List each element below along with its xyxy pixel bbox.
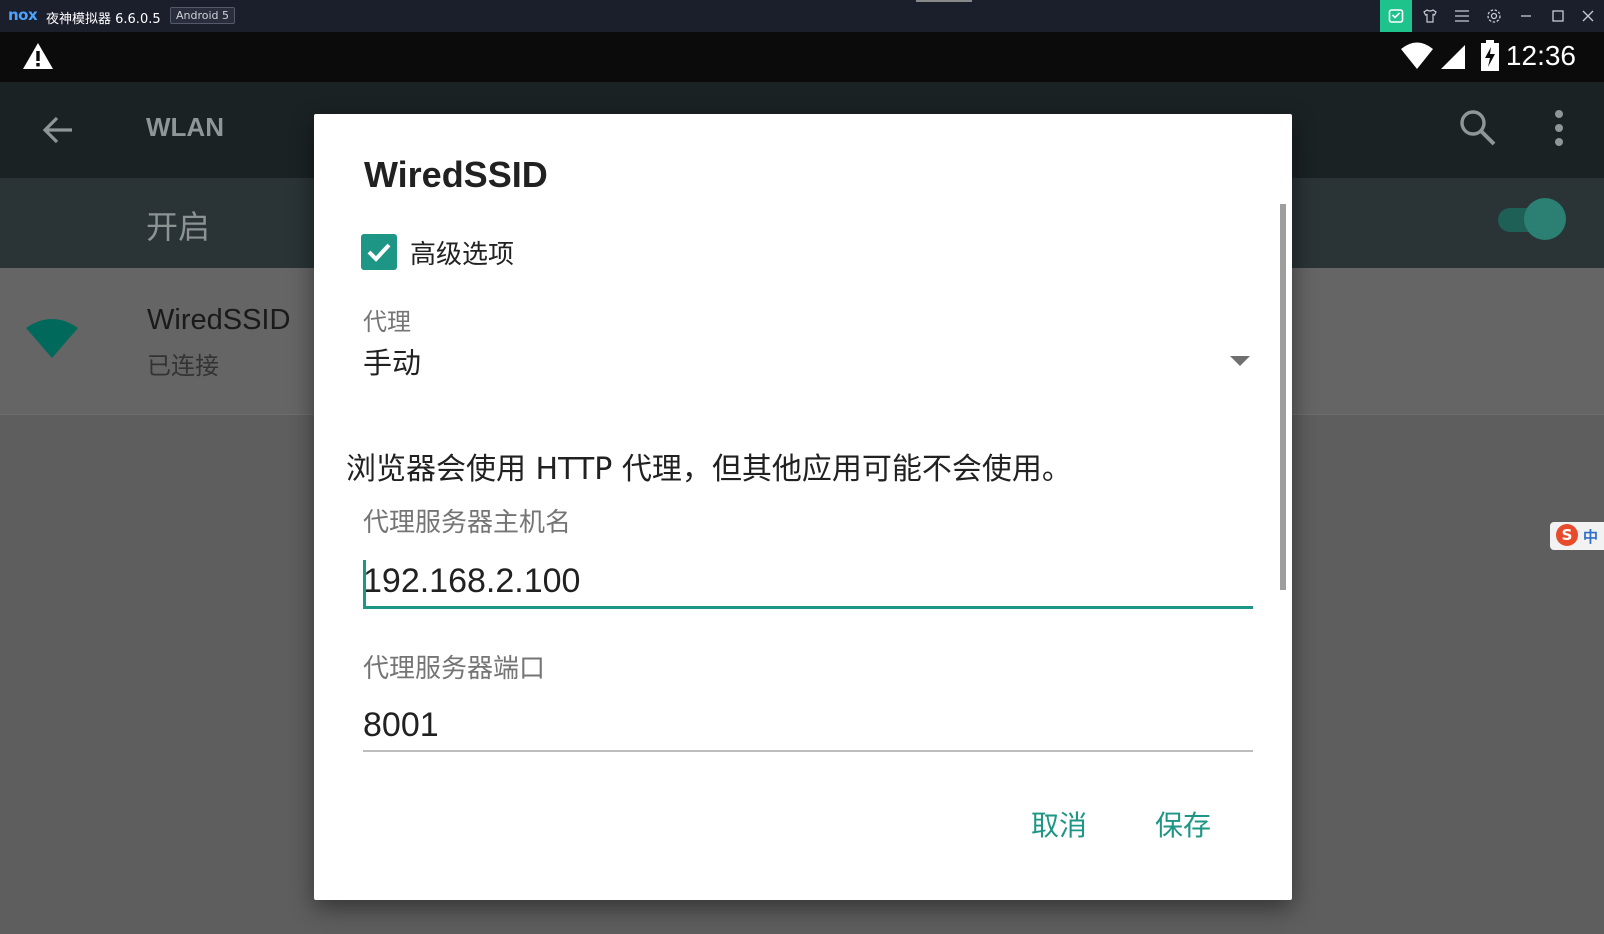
network-status: 已连接 bbox=[147, 352, 219, 380]
proxy-warning-text: 浏览器会使用 HTTP 代理，但其他应用可能不会使用。 bbox=[346, 452, 1072, 487]
close-icon[interactable] bbox=[1572, 0, 1604, 32]
nox-logo: nox bbox=[8, 6, 38, 24]
advanced-options-label[interactable]: 高级选项 bbox=[410, 234, 514, 271]
maximize-icon[interactable] bbox=[1542, 0, 1574, 32]
wifi-toggle-thumb[interactable] bbox=[1524, 198, 1566, 240]
proxy-label: 代理 bbox=[363, 308, 411, 336]
android-status-bar: 12:36 bbox=[0, 32, 1604, 82]
input-method-badge[interactable]: S 中 bbox=[1550, 522, 1604, 550]
status-clock: 12:36 bbox=[1505, 40, 1576, 71]
ime-mode-indicator: 中 bbox=[1583, 528, 1599, 546]
wifi-switch-label: 开启 bbox=[146, 208, 211, 246]
signal-icon bbox=[1441, 45, 1465, 69]
battery-charging-icon bbox=[1481, 40, 1499, 71]
dropdown-arrow-icon[interactable] bbox=[1230, 356, 1250, 366]
minimize-icon[interactable] bbox=[1510, 0, 1542, 32]
emulator-title-bar: nox 夜神模拟器 6.6.0.5 Android 5 bbox=[0, 0, 1604, 32]
checkmark-icon bbox=[367, 243, 391, 262]
proxy-dropdown[interactable]: 手动 bbox=[363, 340, 421, 382]
network-name: WiredSSID bbox=[147, 304, 291, 336]
advanced-options-checkbox[interactable] bbox=[361, 234, 397, 270]
text-cursor bbox=[363, 560, 366, 608]
wifi-icon bbox=[1401, 42, 1433, 69]
overflow-menu-icon[interactable] bbox=[1554, 108, 1564, 148]
dialog-scrollbar[interactable] bbox=[1280, 204, 1286, 590]
emulator-drag-handle[interactable] bbox=[916, 0, 972, 2]
proxy-port-label: 代理服务器端口 bbox=[363, 654, 546, 684]
warning-icon bbox=[23, 43, 53, 69]
save-button[interactable]: 保存 bbox=[1155, 804, 1211, 844]
android-assistant-icon[interactable] bbox=[1380, 0, 1412, 32]
search-icon[interactable] bbox=[1458, 108, 1498, 148]
skin-icon[interactable] bbox=[1414, 0, 1446, 32]
proxy-host-label: 代理服务器主机名 bbox=[363, 508, 572, 538]
proxy-host-input[interactable] bbox=[363, 556, 1253, 609]
settings-icon[interactable] bbox=[1478, 0, 1510, 32]
cancel-button[interactable]: 取消 bbox=[1031, 804, 1087, 844]
wifi-signal-icon bbox=[26, 319, 78, 358]
wifi-network-dialog: WiredSSID 高级选项 代理 手动 浏览器会使用 HTTP 代理，但其他应… bbox=[314, 114, 1292, 900]
proxy-port-input[interactable] bbox=[363, 700, 1253, 752]
sogou-ime-icon: S bbox=[1556, 524, 1578, 546]
dialog-title: WiredSSID bbox=[364, 154, 548, 195]
back-arrow-icon[interactable] bbox=[40, 112, 76, 148]
emulator-title: 夜神模拟器 6.6.0.5 bbox=[46, 12, 161, 27]
menu-icon[interactable] bbox=[1446, 0, 1478, 32]
toolbar-title: WLAN bbox=[146, 112, 224, 142]
android-version-badge: Android 5 bbox=[170, 7, 236, 24]
